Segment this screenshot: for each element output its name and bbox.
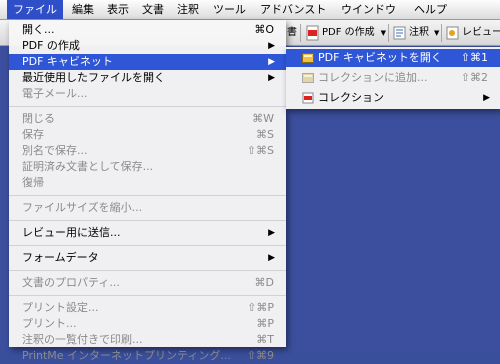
menu-item-send-for-review[interactable]: レビュー用に送信... ▶ bbox=[9, 225, 286, 241]
menu-item-print: プリント... ⌘P bbox=[22, 317, 274, 330]
menu-item-revert: 復帰 bbox=[22, 176, 44, 189]
chevron-down-icon: ▼ bbox=[434, 29, 440, 37]
submenu-arrow-icon: ▶ bbox=[268, 228, 275, 238]
cabinet-icon bbox=[302, 52, 314, 64]
menu-separator bbox=[9, 270, 286, 271]
menu-separator bbox=[9, 220, 286, 221]
file-menu: 開く... ⌘O PDF の作成 ▶ PDF キャビネット ▶ 最近使用したファ… bbox=[9, 20, 286, 362]
menu-item-save-as: 別名で保存... ⇧⌘S bbox=[22, 144, 274, 157]
submenu-item-collection[interactable]: コレクション ▶ bbox=[286, 89, 500, 107]
toolbar-divider bbox=[388, 24, 389, 42]
menu-comments[interactable]: 注釈 bbox=[171, 0, 205, 19]
menu-edit[interactable]: 編集 bbox=[66, 0, 100, 19]
create-pdf-button[interactable]: PDF の作成 ▼ bbox=[306, 23, 386, 43]
menu-item-recent-files[interactable]: 最近使用したファイルを開く ▶ bbox=[9, 70, 286, 86]
add-collection-icon bbox=[302, 72, 314, 84]
menu-document[interactable]: 文書 bbox=[136, 0, 170, 19]
annotation-button[interactable]: 注釈 ▼ bbox=[393, 23, 439, 43]
review-button[interactable]: レビュー bbox=[446, 23, 500, 43]
menu-item-print-setup: プリント設定... ⇧⌘P bbox=[22, 301, 274, 314]
menu-item-form-data[interactable]: フォームデータ ▶ bbox=[9, 250, 286, 266]
menu-file[interactable]: ファイル bbox=[7, 0, 63, 19]
submenu-arrow-icon: ▶ bbox=[268, 41, 275, 51]
menu-separator bbox=[9, 295, 286, 296]
submenu-item-open-cabinet[interactable]: PDF キャビネットを開く ⇧⌘1 bbox=[286, 49, 500, 67]
menu-item-printme: PrintMe インターネットプリンティング... ⇧⌘9 bbox=[22, 349, 274, 362]
toolbar-divider bbox=[441, 24, 442, 42]
toolbar-truncated-label: 書 bbox=[287, 27, 297, 38]
menu-item-reduce-size: ファイルサイズを縮小... bbox=[22, 201, 143, 214]
menu-item-create-pdf[interactable]: PDF の作成 ▶ bbox=[9, 38, 286, 54]
submenu-item-add-to-collection: コレクションに追加... ⇧⌘2 bbox=[286, 69, 500, 87]
submenu-arrow-icon: ▶ bbox=[483, 93, 490, 103]
menu-item-close: 閉じる ⌘W bbox=[22, 112, 274, 125]
submenu-arrow-icon: ▶ bbox=[268, 57, 275, 67]
menu-item-save-certified: 証明済み文書として保存... bbox=[22, 160, 154, 173]
menu-item-print-with-comments: 注釈の一覧付きで印刷... ⌘T bbox=[22, 333, 274, 346]
review-label: レビュー bbox=[462, 27, 500, 38]
toolbar-truncated-button[interactable]: 書 bbox=[287, 23, 297, 43]
menu-advanced[interactable]: アドバンスト bbox=[254, 0, 332, 19]
annotation-label: 注釈 bbox=[409, 27, 429, 38]
review-icon bbox=[446, 25, 460, 41]
chevron-down-icon: ▼ bbox=[380, 29, 387, 37]
toolbar-divider bbox=[300, 24, 301, 42]
menu-window[interactable]: ウインドウ bbox=[335, 0, 402, 19]
collection-icon bbox=[302, 92, 314, 104]
menu-separator bbox=[9, 106, 286, 107]
menu-view[interactable]: 表示 bbox=[101, 0, 135, 19]
pdf-cabinet-submenu: PDF キャビネットを開く ⇧⌘1 コレクションに追加... ⇧⌘2 コレクショ… bbox=[286, 47, 500, 109]
submenu-arrow-icon: ▶ bbox=[268, 73, 275, 83]
menu-item-email: 電子メール... bbox=[22, 87, 88, 100]
menu-separator bbox=[9, 195, 286, 196]
menu-separator bbox=[9, 245, 286, 246]
menu-item-save: 保存 ⌘S bbox=[22, 128, 274, 141]
menu-help[interactable]: ヘルプ bbox=[408, 0, 453, 19]
menu-bar: ファイル 編集 表示 文書 注釈 ツール アドバンスト ウインドウ ヘルプ bbox=[0, 0, 500, 20]
create-pdf-label: PDF の作成 bbox=[322, 27, 375, 38]
menu-item-document-properties: 文書のプロパティ... ⌘D bbox=[22, 276, 274, 289]
menu-item-open[interactable]: 開く... ⌘O bbox=[9, 22, 286, 38]
submenu-arrow-icon: ▶ bbox=[268, 253, 275, 263]
annotation-icon bbox=[393, 25, 407, 41]
menu-item-pdf-cabinet[interactable]: PDF キャビネット ▶ bbox=[9, 54, 286, 70]
pdf-create-icon bbox=[306, 25, 320, 41]
menu-tools[interactable]: ツール bbox=[207, 0, 252, 19]
